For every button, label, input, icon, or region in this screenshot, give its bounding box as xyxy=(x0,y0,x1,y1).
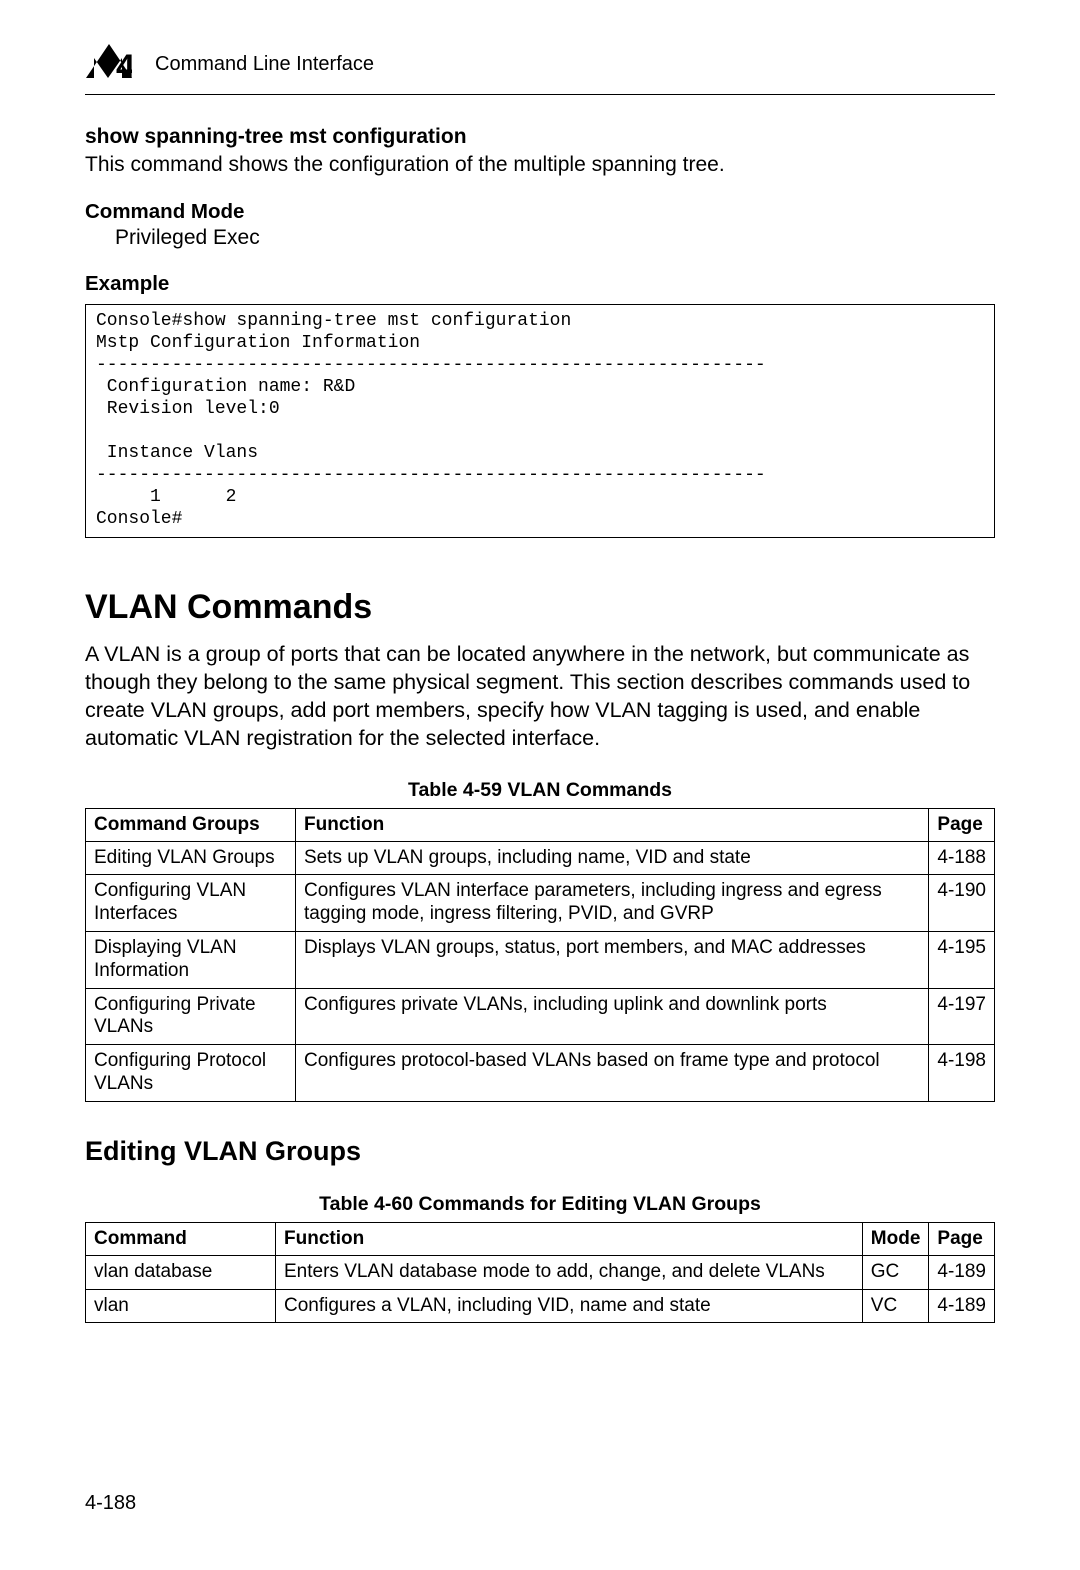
cell: vlan database xyxy=(86,1255,276,1289)
cell: GC xyxy=(862,1255,929,1289)
editing-vlan-groups-table: Command Function Mode Page vlan database… xyxy=(85,1222,995,1324)
table-row: Configuring VLAN Interfaces Configures V… xyxy=(86,875,995,932)
table-row: Editing VLAN Groups Sets up VLAN groups,… xyxy=(86,841,995,875)
page-number: 4-188 xyxy=(85,1492,136,1515)
cell: 4-189 xyxy=(929,1255,995,1289)
table-row: Displaying VLAN Information Displays VLA… xyxy=(86,931,995,988)
cell: Enters VLAN database mode to add, change… xyxy=(276,1255,863,1289)
table-header-row: Command Function Mode Page xyxy=(86,1222,995,1255)
cell: Configures protocol-based VLANs based on… xyxy=(296,1045,929,1102)
cell: 4-189 xyxy=(929,1289,995,1323)
table-row: vlan database Enters VLAN database mode … xyxy=(86,1255,995,1289)
cell: 4-188 xyxy=(929,841,995,875)
command-mode-value: Privileged Exec xyxy=(115,226,995,250)
cell: Configuring Protocol VLANs xyxy=(86,1045,296,1102)
chapter-number-icon: 4 xyxy=(85,40,133,84)
th-command-groups: Command Groups xyxy=(86,808,296,841)
table-header-row: Command Groups Function Page xyxy=(86,808,995,841)
table-row: vlan Configures a VLAN, including VID, n… xyxy=(86,1289,995,1323)
cell: Displays VLAN groups, status, port membe… xyxy=(296,931,929,988)
table-row: Configuring Private VLANs Configures pri… xyxy=(86,988,995,1045)
cell: Configuring VLAN Interfaces xyxy=(86,875,296,932)
cell: 4-198 xyxy=(929,1045,995,1102)
chapter-number-glyph: 4 xyxy=(116,48,132,84)
cell: Configures private VLANs, including upli… xyxy=(296,988,929,1045)
page-header: 4 Command Line Interface xyxy=(85,40,995,95)
th-command: Command xyxy=(86,1222,276,1255)
cell: Editing VLAN Groups xyxy=(86,841,296,875)
vlan-commands-title: VLAN Commands xyxy=(85,588,995,627)
editing-vlan-groups-heading: Editing VLAN Groups xyxy=(85,1136,995,1167)
cell: Configures a VLAN, including VID, name a… xyxy=(276,1289,863,1323)
th-mode: Mode xyxy=(862,1222,929,1255)
cell: vlan xyxy=(86,1289,276,1323)
th-function: Function xyxy=(276,1222,863,1255)
cell: 4-197 xyxy=(929,988,995,1045)
vlan-commands-table: Command Groups Function Page Editing VLA… xyxy=(85,808,995,1102)
th-page: Page xyxy=(929,1222,995,1255)
cell: Configuring Private VLANs xyxy=(86,988,296,1045)
cell: VC xyxy=(862,1289,929,1323)
cell: Sets up VLAN groups, including name, VID… xyxy=(296,841,929,875)
command-mode-label: Command Mode xyxy=(85,200,995,224)
table-460-caption: Table 4-60 Commands for Editing VLAN Gro… xyxy=(85,1193,995,1216)
th-function: Function xyxy=(296,808,929,841)
vlan-intro-paragraph: A VLAN is a group of ports that can be l… xyxy=(85,641,995,753)
example-label: Example xyxy=(85,272,995,296)
header-title: Command Line Interface xyxy=(155,53,374,76)
cell: Configures VLAN interface parameters, in… xyxy=(296,875,929,932)
th-page: Page xyxy=(929,808,995,841)
command-heading: show spanning-tree mst configuration xyxy=(85,125,995,149)
cell: 4-190 xyxy=(929,875,995,932)
example-code-block: Console#show spanning-tree mst configura… xyxy=(85,304,995,538)
table-row: Configuring Protocol VLANs Configures pr… xyxy=(86,1045,995,1102)
table-459-caption: Table 4-59 VLAN Commands xyxy=(85,779,995,802)
cell: 4-195 xyxy=(929,931,995,988)
cell: Displaying VLAN Information xyxy=(86,931,296,988)
command-description: This command shows the configuration of … xyxy=(85,151,995,178)
page: 4 Command Line Interface show spanning-t… xyxy=(0,0,1080,1570)
